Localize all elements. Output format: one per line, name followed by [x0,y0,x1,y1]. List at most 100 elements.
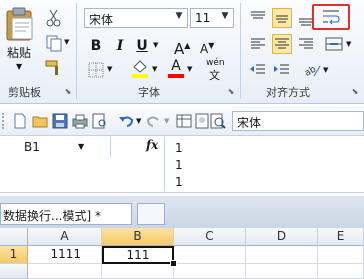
fill-color-bar [132,74,148,78]
save-icon[interactable] [52,113,68,129]
form-icon[interactable] [194,113,210,129]
align-right-icon [299,38,313,49]
cell-d1[interactable] [246,246,318,264]
border-grid-icon [88,62,104,78]
text-orientation-icon: ab [303,64,321,79]
print-icon[interactable] [72,113,88,129]
align-center-button[interactable] [272,34,292,54]
underline-button[interactable]: U [132,36,152,56]
formula-line: 1 [175,158,183,172]
undo-icon[interactable] [118,113,134,129]
column-header-c[interactable]: C [174,228,246,246]
format-painter-button[interactable] [44,58,64,78]
column-header-b[interactable]: B [102,228,174,246]
cell-a1[interactable]: 1111 [28,246,102,264]
cell-a2[interactable] [28,264,102,279]
font-size-value: 11 [195,11,211,25]
shrink-font-glyph: A [200,42,209,56]
grow-font-glyph: A [174,40,185,58]
borders-button[interactable] [86,60,106,80]
indent-icon [274,64,289,74]
dialog-launcher-icon[interactable]: ⬊ [350,87,360,97]
chevron-down-icon[interactable]: ▼ [187,65,192,73]
open-folder-icon[interactable] [32,113,48,129]
formula-input[interactable]: 1 1 1 [165,137,364,191]
select-all-corner[interactable] [0,228,28,246]
row-header-1[interactable]: 1 [0,246,28,264]
font-color-button[interactable]: A [166,58,186,78]
fx-button[interactable]: fx [146,138,158,152]
font-name-dropdown[interactable]: 宋体 ▼ [84,8,188,28]
formula-line: 1 [175,175,183,189]
column-header-d[interactable]: D [246,228,318,246]
chevron-down-icon[interactable]: ▼ [346,40,351,48]
cell-e1[interactable] [318,246,364,264]
align-left-icon [251,38,265,49]
row-header-2[interactable] [0,264,28,279]
shrink-font-button[interactable]: A▼ [200,36,220,56]
align-middle-button[interactable] [272,8,292,28]
align-top-icon [251,11,265,19]
fill-color-button[interactable] [130,58,150,78]
fill-handle[interactable] [170,260,177,267]
align-top-button[interactable] [248,8,268,28]
orientation-button[interactable]: ab [302,60,322,80]
font-group-label: 字体 [138,86,160,99]
increase-indent-button[interactable] [272,60,292,80]
align-center-icon [275,38,289,49]
align-left-button[interactable] [248,34,268,54]
grow-font-button[interactable]: A▲ [174,36,194,58]
cell-d2[interactable] [246,264,318,279]
formula-line: 1 [175,141,183,155]
chevron-down-icon[interactable]: ▼ [164,117,169,125]
toolbar-font-dropdown[interactable]: 宋体 [232,111,364,131]
tab-new[interactable] [137,203,165,225]
paste-button[interactable]: 粘贴 ▼ [2,4,38,78]
chevron-down-icon[interactable]: ▼ [78,142,84,151]
zoom-icon[interactable] [210,113,226,129]
merge-center-button[interactable] [324,34,344,54]
align-middle-icon [276,15,288,23]
chevron-down-icon: ▼ [16,62,23,71]
cell-b1[interactable]: 111 [102,246,174,264]
merge-cells-icon [325,37,343,51]
cell-c1[interactable] [174,246,246,264]
redo-icon[interactable] [146,113,162,129]
clipboard-icon [6,7,33,41]
decrease-indent-button[interactable] [248,60,268,80]
bold-button[interactable]: B [86,36,106,56]
chevron-down-icon[interactable]: ▼ [153,41,158,49]
cell-c2[interactable] [174,264,246,279]
chevron-down-icon[interactable]: ▼ [136,117,141,125]
chevron-down-icon[interactable]: ▼ [323,66,328,74]
copy-icon [46,35,62,52]
cut-button[interactable] [44,8,64,28]
table-icon[interactable] [176,113,192,129]
wrap-text-icon [323,10,340,25]
column-header-e[interactable]: E [318,228,364,246]
chevron-down-icon: ▼ [221,11,229,21]
align-right-button[interactable] [296,34,316,54]
group-divider [76,3,77,99]
name-box[interactable]: B1 ▼ [0,137,111,157]
chevron-down-icon: ▼ [64,38,70,46]
chevron-down-icon[interactable]: ▼ [107,65,112,73]
chevron-down-icon[interactable]: ▼ [152,65,157,73]
phonetic-glyph: 文 [209,69,220,82]
column-header-a[interactable]: A [28,228,102,246]
cell-b2[interactable] [102,264,174,279]
font-color-glyph: A [171,58,181,74]
phonetic-button[interactable]: wén 文 [204,58,230,82]
copy-button[interactable]: ▼ [44,33,69,53]
cell-e2[interactable] [318,264,364,279]
dialog-launcher-icon[interactable]: ⬊ [226,87,236,97]
dialog-launcher-icon[interactable]: ⬊ [63,87,73,97]
italic-button[interactable]: I [110,36,130,56]
new-document-icon[interactable] [12,113,28,129]
print-preview-icon[interactable] [92,113,108,129]
paintbrush-icon [45,60,58,75]
tab-document[interactable]: 数据换行...模式] * [0,203,132,225]
name-box-value: B1 [24,140,40,154]
font-size-dropdown[interactable]: 11 ▼ [190,8,234,28]
wrap-text-button[interactable] [312,4,350,30]
